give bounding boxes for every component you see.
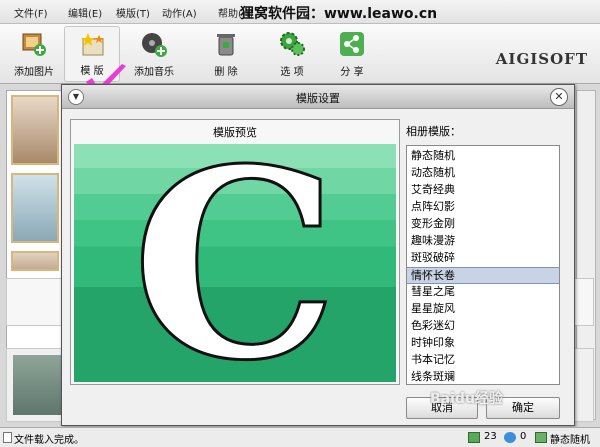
add-photo-icon <box>22 33 46 56</box>
menu-action[interactable]: 动作(A) <box>162 5 197 20</box>
photo-thumbnail[interactable] <box>11 251 59 271</box>
trash-icon <box>217 34 235 56</box>
gear-icon <box>280 32 305 56</box>
preview-label: 模版预览 <box>213 126 257 139</box>
template-list-label: 相册模版： <box>406 125 461 138</box>
dialog-title-bar[interactable]: ▼ 模版设置 ✕ <box>62 85 574 109</box>
template-preview-image: C <box>74 144 396 382</box>
share-button[interactable]: 分 享 <box>324 26 380 82</box>
template-list-item[interactable]: 线条斑斓 <box>407 369 559 384</box>
add-music-label: 添加音乐 <box>134 67 174 78</box>
template-list[interactable]: 静态随机 动态随机 艾奇经典 点阵幻影 变形金刚 趣味漫游 斑驳破碎 情怀长卷 彗星之尾 星星旋风… <box>406 145 560 385</box>
menu-bar: 文件(F) 编辑(E) 模版(T) 动作(A) 帮助(H) 狸窝软件园：www.… <box>0 0 600 24</box>
template-list-item[interactable]: 静态随机 <box>407 148 559 165</box>
add-music-icon <box>142 33 167 57</box>
document-icon <box>3 432 12 443</box>
template-list-item[interactable]: 斑驳破碎 <box>407 250 559 267</box>
add-music-button[interactable]: 添加音乐 <box>126 26 182 82</box>
photo-thumbnail[interactable] <box>11 95 59 165</box>
preview-letter: C <box>132 144 339 382</box>
template-list-item[interactable]: 艾奇经典 <box>407 182 559 199</box>
template-mode-icon <box>535 432 547 443</box>
template-list-item[interactable]: 动态随机 <box>407 165 559 182</box>
template-mode: 静态随机 <box>550 435 590 446</box>
brand-logo: AIGISOFT <box>495 50 588 68</box>
photo-count: 23 <box>484 431 497 442</box>
menu-edit[interactable]: 编辑(E) <box>68 5 102 20</box>
music-count: 0 <box>520 431 527 442</box>
status-bar: 文件载入完成。 23 0 静态随机 <box>0 427 600 447</box>
music-count-icon <box>504 432 516 443</box>
menu-template[interactable]: 模版(T) <box>116 5 150 20</box>
preview-letter-art: C <box>130 144 340 382</box>
template-settings-dialog: ▼ 模版设置 ✕ 模版预览 C 相册模版： 静态随机 动态随机 艾奇经典 点阵幻影 变形… <box>61 84 575 426</box>
share-icon <box>340 32 364 56</box>
photo-thumbnail[interactable] <box>11 173 59 243</box>
close-icon[interactable]: ✕ <box>550 88 568 106</box>
options-button[interactable]: 选 项 <box>264 26 320 82</box>
watermark: Baidu经验 <box>430 391 503 407</box>
template-icon <box>81 33 104 56</box>
delete-label: 删 除 <box>214 67 238 78</box>
template-list-item[interactable]: 时钟印象 <box>407 335 559 352</box>
photo-count-icon <box>468 432 480 443</box>
template-list-item[interactable]: 色彩迷幻 <box>407 318 559 335</box>
template-list-item[interactable]: 变形金刚 <box>407 216 559 233</box>
status-text: 文件载入完成。 <box>14 435 84 446</box>
share-label: 分 享 <box>340 67 364 78</box>
music-thumbnail[interactable] <box>13 355 63 415</box>
template-list-item[interactable]: 趣味漫游 <box>407 233 559 250</box>
options-label: 选 项 <box>280 67 304 78</box>
add-photo-label: 添加图片 <box>14 67 54 78</box>
template-list-item[interactable]: 点阵幻影 <box>407 199 559 216</box>
menu-file[interactable]: 文件(F) <box>14 5 48 20</box>
delete-button[interactable]: 删 除 <box>198 26 254 82</box>
template-list-item[interactable]: 彗星之尾 <box>407 284 559 301</box>
add-photo-button[interactable]: 添加图片 <box>6 26 62 82</box>
template-list-item[interactable]: 星星旋风 <box>407 301 559 318</box>
dialog-title: 模版设置 <box>296 92 340 105</box>
template-list-item[interactable]: 书本记忆 <box>407 352 559 369</box>
template-preview-panel: 模版预览 C <box>70 119 400 385</box>
site-banner: 狸窝软件园：www.leawo.cn <box>240 6 438 22</box>
template-list-item[interactable]: 情怀长卷 <box>407 267 559 284</box>
